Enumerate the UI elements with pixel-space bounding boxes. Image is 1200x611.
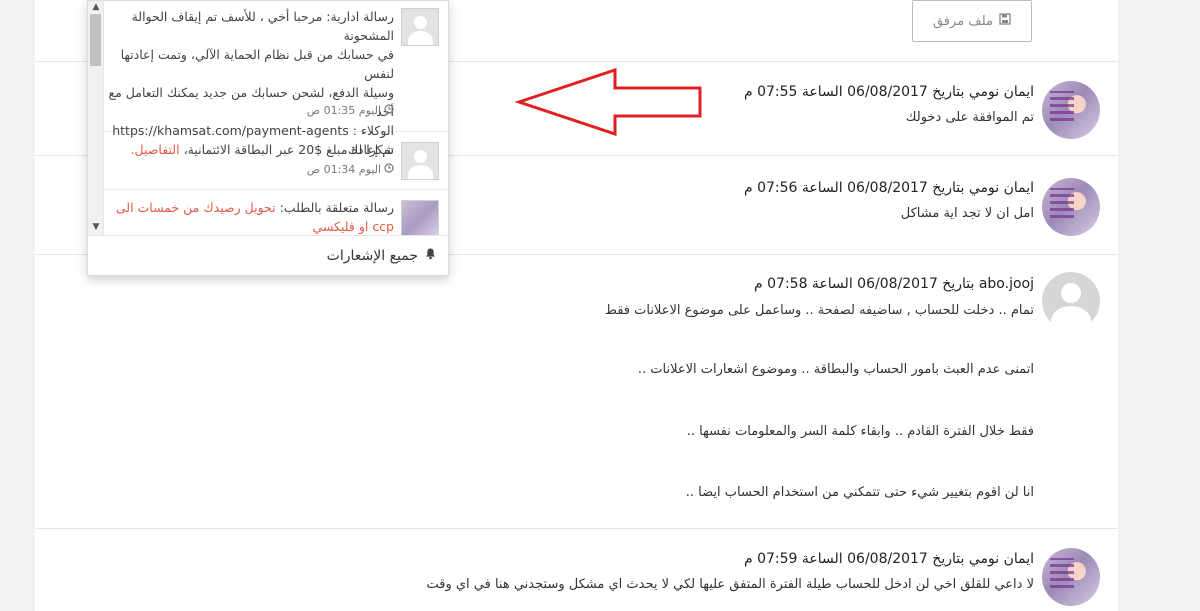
scroll-up-icon[interactable]: ▲ <box>88 1 104 14</box>
clock-icon <box>384 163 394 176</box>
red-arrow-annotation <box>515 68 702 136</box>
message-header: ايمان نومي بتاريخ 06/08/2017 الساعة 07:5… <box>743 551 1034 567</box>
user-avatar[interactable] <box>1042 548 1100 606</box>
notification-avatar <box>401 142 439 180</box>
notification-details-link[interactable]: التفاصيل. <box>131 142 180 157</box>
scroll-down-icon[interactable]: ▼ <box>88 221 104 234</box>
message-text: امل ان لا تجد اية مشاكل <box>900 206 1034 221</box>
notification-time: اليوم 01:34 ص <box>307 163 394 176</box>
user-avatar[interactable] <box>1042 178 1100 236</box>
all-notifications-link[interactable]: جميع الإشعارات <box>88 235 448 275</box>
message-text: لا داعي للقلق اخي لن ادخل للحساب طيلة ال… <box>426 577 1034 592</box>
notification-text: تم إعادة مبلغ $20 عبر البطاقة الائتمانية… <box>130 142 394 157</box>
all-notifications-label: جميع الإشعارات <box>326 247 418 264</box>
message-text: فقط خلال الفترة القادم .. وابقاء كلمة ال… <box>686 424 1034 439</box>
save-icon <box>999 13 1011 29</box>
clock-icon <box>384 104 394 117</box>
attach-file-label: ملف مرفق <box>932 13 994 29</box>
notification-item[interactable]: تم إعادة مبلغ $20 عبر البطاقة الائتمانية… <box>104 132 448 190</box>
notification-text: رسالة متعلقة بالطلب: تحويل رصيدك من خمسا… <box>115 200 394 234</box>
default-avatar[interactable] <box>1042 272 1100 330</box>
message-header: ايمان نومي بتاريخ 06/08/2017 الساعة 07:5… <box>743 180 1034 196</box>
notification-avatar <box>401 8 439 46</box>
attach-file-button[interactable]: ملف مرفق <box>912 0 1032 42</box>
message-item: abo.jooj بتاريخ 06/08/2017 الساعة 07:58 … <box>35 255 1118 529</box>
message-header: abo.jooj بتاريخ 06/08/2017 الساعة 07:58 … <box>754 276 1034 292</box>
user-avatar[interactable] <box>1042 81 1100 139</box>
message-text: اتمنى عدم العبث بامور الحساب والبطاقة ..… <box>637 362 1034 377</box>
notification-avatar <box>401 200 439 235</box>
notifications-dropdown: ▲ ▼ رسالة ادارية: مرحبا أخي ، للأسف تم إ… <box>87 0 449 276</box>
message-item: ايمان نومي بتاريخ 06/08/2017 الساعة 07:5… <box>35 529 1118 611</box>
scroll-thumb[interactable] <box>90 14 101 66</box>
notification-item[interactable]: رسالة متعلقة بالطلب: تحويل رصيدك من خمسا… <box>104 190 448 235</box>
message-text: تم الموافقة على دخولك <box>905 110 1034 125</box>
scrollbar[interactable]: ▲ ▼ <box>88 1 104 235</box>
message-text: انا لن اقوم بتغيير شيء حتى تتمكني من است… <box>685 485 1034 500</box>
message-header: ايمان نومي بتاريخ 06/08/2017 الساعة 07:5… <box>743 84 1034 100</box>
bell-icon <box>424 247 437 264</box>
message-text: تمام .. دخلت للحساب , ساضيفه لصفحة .. وس… <box>604 303 1034 318</box>
notification-item[interactable]: رسالة ادارية: مرحبا أخي ، للأسف تم إيقاف… <box>104 1 448 157</box>
notification-time: اليوم 01:35 ص <box>307 104 394 117</box>
